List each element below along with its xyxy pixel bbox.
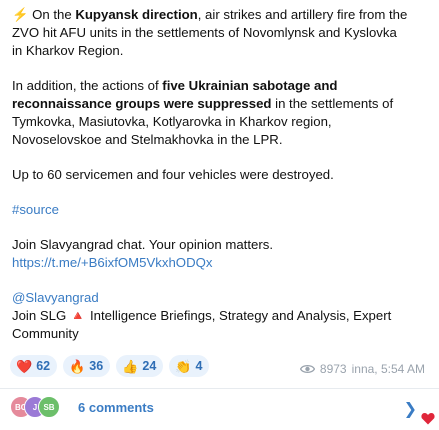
chat-invite: Join Slavyangrad chat. Your opinion matt… [12, 236, 432, 272]
chat-invite-link[interactable]: https://t.me/+B6ixfOM5VkxhODQx [12, 254, 432, 272]
bold-kupyansk-direction: Kupyansk direction [75, 7, 198, 22]
reaction-count: 24 [142, 359, 157, 373]
channel-footer: @Slavyangrad Join SLG 🔺 Intelligence Bri… [12, 289, 432, 343]
reaction-thumbs-up[interactable]: 👍 24 [116, 355, 164, 377]
reaction-fire[interactable]: 🔥 36 [63, 355, 111, 377]
reaction-count: 62 [36, 359, 51, 373]
channel-handle-link[interactable]: @Slavyangrad [12, 289, 432, 307]
lightning-icon: ⚡️ [12, 7, 29, 22]
comments-bar[interactable]: BO J SB 6 comments ❯ [0, 389, 439, 425]
reaction-count: 36 [89, 359, 104, 373]
post-text: ⚡️ On the Kupyansk direction, air strike… [12, 6, 432, 343]
clap-emoji-icon: 👏 [175, 358, 192, 374]
author-time: inna, 5:54 AM [351, 362, 425, 376]
paragraph-kupyansk: ⚡️ On the Kupyansk direction, air strike… [12, 7, 408, 58]
chevron-right-icon[interactable]: ❯ [404, 399, 417, 419]
reaction-clap[interactable]: 👏 4 [169, 355, 210, 377]
heart-icon [421, 412, 435, 426]
reaction-count: 4 [195, 359, 203, 373]
fire-emoji-icon: 🔥 [69, 358, 86, 374]
comments-count-link[interactable]: 6 comments [78, 400, 154, 415]
bold-sabotage-groups: five Ukrainian sabotage and [162, 78, 338, 93]
paragraph-sabotage-groups: In addition, the actions of five Ukraini… [12, 78, 394, 147]
view-count: 8973 [319, 362, 347, 376]
reactions-bar: ❤️ 62 🔥 36 👍 24 👏 4 [10, 355, 210, 377]
message-bubble: ⚡️ On the Kupyansk direction, air strike… [0, 0, 439, 425]
commenter-avatars: BO J SB [10, 396, 72, 418]
reaction-heart[interactable]: ❤️ 62 [10, 355, 58, 377]
red-triangle-icon: 🔺 [69, 308, 87, 323]
heart-emoji-icon: ❤️ [16, 358, 33, 374]
eye-icon [299, 364, 315, 374]
message-meta: 8973 inna, 5:54 AM [299, 362, 425, 376]
avatar: SB [38, 396, 60, 418]
thumbs-up-emoji-icon: 👍 [122, 358, 139, 374]
paragraph-casualties: Up to 60 servicemen and four vehicles we… [12, 167, 334, 182]
hashtag-source[interactable]: #source [12, 202, 59, 217]
